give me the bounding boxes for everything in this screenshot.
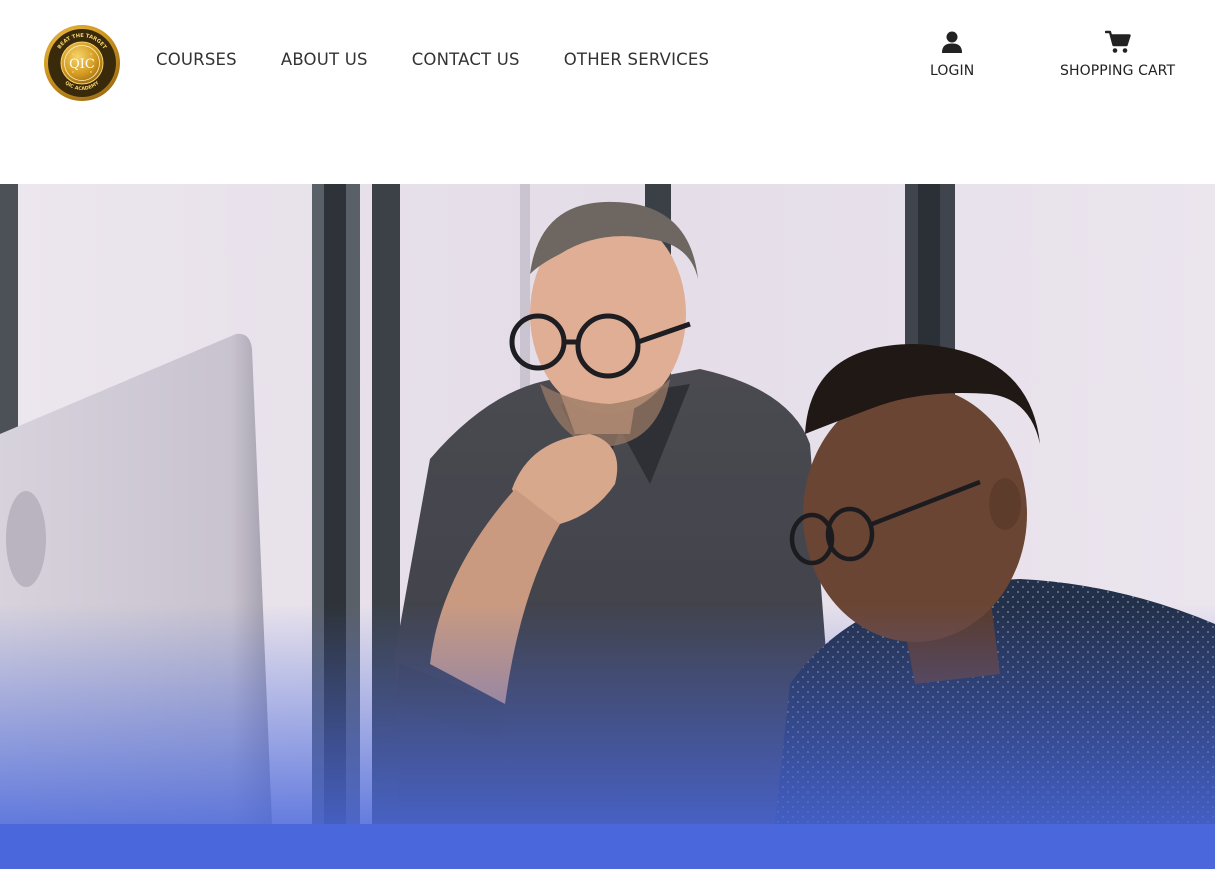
login-label: LOGIN xyxy=(930,63,975,79)
nav-about-us[interactable]: ABOUT US xyxy=(281,50,368,69)
user-icon xyxy=(941,30,963,54)
shopping-cart-button[interactable]: SHOPPING CART xyxy=(1060,30,1175,79)
nav-other-services[interactable]: OTHER SERVICES xyxy=(564,50,709,69)
nav-courses[interactable]: COURSES xyxy=(156,50,237,69)
hero-banner xyxy=(0,184,1215,869)
logo-text: QIC xyxy=(69,57,95,72)
cart-icon xyxy=(1104,30,1131,54)
nav-contact-us[interactable]: CONTACT US xyxy=(412,50,520,69)
qic-academy-logo[interactable]: QIC BEAT THE TARGET QIC ACADEMY xyxy=(43,24,121,102)
hero-photo xyxy=(0,184,1215,869)
site-header: QIC BEAT THE TARGET QIC ACADEMY COURSES … xyxy=(0,0,1215,184)
login-button[interactable]: LOGIN xyxy=(930,30,974,79)
main-nav: COURSES ABOUT US CONTACT US OTHER SERVIC… xyxy=(156,50,753,69)
shopping-cart-label: SHOPPING CART xyxy=(1060,63,1176,79)
